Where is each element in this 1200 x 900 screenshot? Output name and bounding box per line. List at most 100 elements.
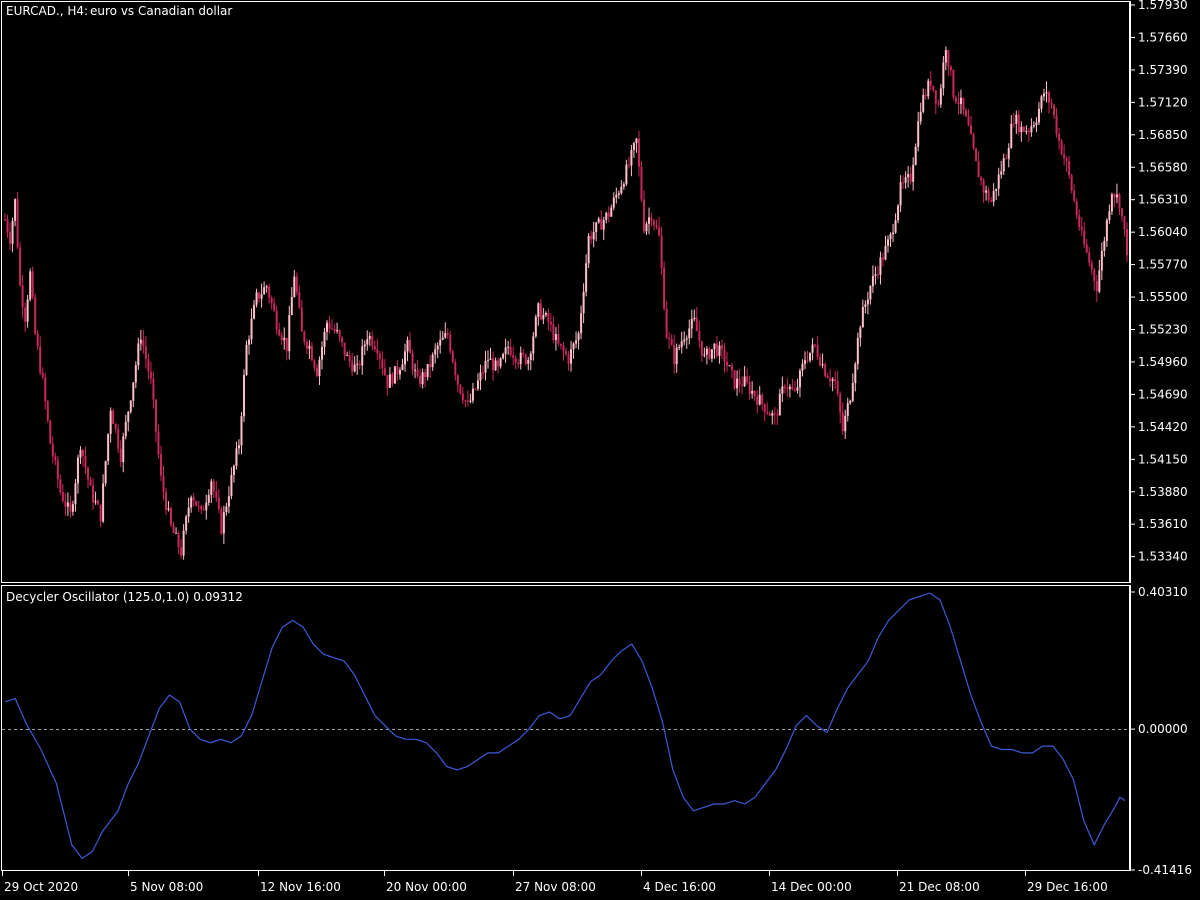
candle-body [1025,130,1028,132]
candle-body [220,508,223,534]
candle-body [497,360,500,367]
candle-body [924,94,927,97]
candle-body [1063,154,1066,159]
price-tick-label: 1.54690 [1138,387,1188,401]
candle-body [557,334,560,344]
candle-body [323,331,326,347]
candle-body [424,372,427,378]
candle [220,506,223,535]
price-tick-label: 1.57390 [1138,63,1188,77]
candle-body [265,286,268,288]
candle-body [1115,194,1118,198]
candle-body [688,328,691,339]
candle-body [225,506,228,513]
candle-body [275,310,278,330]
candle-body [826,376,829,378]
candle-body [997,174,1000,189]
candle-body [336,330,339,332]
candle-body [658,227,661,236]
candle-body [391,374,394,384]
candle-body [575,340,578,344]
candle-body [1100,250,1103,271]
candle-body [99,504,102,522]
candle-body [678,346,681,348]
candle-body [499,358,502,367]
candle-body [248,339,251,345]
candle-body [21,285,24,308]
candle-body [698,331,701,341]
candle-body [831,379,834,382]
candle-body [859,327,862,338]
candle-body [320,346,323,360]
candle-body [869,286,872,300]
candle-body [1118,194,1121,209]
candle-body [1120,208,1123,217]
candle-body [212,481,215,492]
price-tick-label: 1.53610 [1138,517,1188,531]
candle-body [56,460,59,480]
candle-body [773,413,776,415]
candle-body [743,376,746,387]
candle-body [222,512,225,534]
candle-body [1113,194,1116,198]
candle-body [237,445,240,449]
candle-body [524,354,527,364]
candle-body [142,339,145,347]
candle-body [318,359,321,377]
candle-body [738,378,741,385]
candle-body [396,366,399,375]
candle-body [849,400,852,403]
candle-body [582,291,585,314]
candle-body [876,274,879,276]
candle [245,340,248,376]
candle-body [625,164,628,185]
candle-body [16,199,19,248]
candle-body [975,148,978,162]
candle-body [461,393,464,401]
candle-body [1080,227,1083,231]
candle-body [816,345,819,358]
candle-body [512,355,515,358]
time-tick-label: 29 Oct 2020 [4,880,78,894]
candle-body [683,339,686,342]
candle-body [982,180,985,193]
candle [733,370,736,391]
candle-body [748,382,751,394]
candle-body [290,297,293,316]
candle [1022,126,1025,133]
candle-body [202,509,205,511]
candle-body [801,363,804,371]
candle-body [1022,126,1025,132]
candle-body [879,257,882,275]
candle-body [630,150,633,166]
candle-body [1048,92,1051,103]
candle-body [952,69,955,98]
candle-body [74,483,77,505]
candle-body [419,375,422,385]
candle-body [469,400,472,402]
candle-body [580,313,583,334]
candle-body [406,339,409,352]
price-tick-label: 1.57660 [1138,30,1188,44]
candle-body [776,414,779,416]
candle-body [268,286,271,298]
candle-body [459,384,462,394]
price-tick-label: 1.57120 [1138,95,1188,109]
time-tick-label: 12 Nov 16:00 [260,880,341,894]
candle-body [81,450,84,456]
candle [927,78,930,100]
candle-body [904,177,907,183]
candle-body [914,146,917,165]
candle-body [836,381,839,394]
candle [31,266,34,300]
candle-body [824,364,827,377]
candle-body [610,207,613,217]
trading-chart[interactable]: EURCAD., H4: euro vs Canadian dollar 1.5… [0,0,1200,900]
candle-body [185,516,188,531]
candle-body [685,338,688,340]
candle-body [333,328,336,332]
indicator-tick-label: -0.41416 [1138,863,1192,877]
candle-body [602,219,605,230]
candle-body [429,363,432,368]
candle-body [59,479,62,492]
